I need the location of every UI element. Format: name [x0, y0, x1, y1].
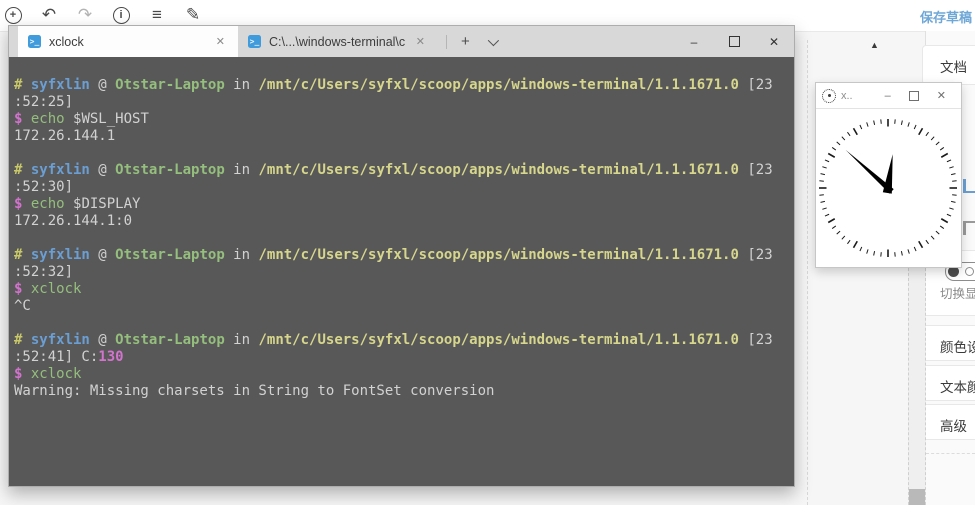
sidebar-section-document[interactable]: 文档: [922, 45, 975, 85]
sidebar-section-label: 颜色设: [923, 326, 975, 356]
editor-toolbar: + ↶ ↷ i ≡ ✎: [2, 4, 204, 26]
terminal-line: [14, 145, 790, 162]
clock-icon: [822, 89, 836, 103]
clipped-text-fragment: [963, 221, 975, 235]
terminal-tab-icon: >_: [28, 35, 41, 48]
collapse-arrow-icon[interactable]: ▲: [870, 40, 879, 50]
scrollbar-thumb[interactable]: [909, 489, 925, 505]
tab-close-icon[interactable]: ✕: [413, 33, 428, 50]
terminal-line: $ xclock: [14, 366, 790, 383]
sidebar-section[interactable]: 颜色设: [922, 325, 975, 361]
terminal-line: 172.26.144.1: [14, 128, 790, 145]
column-divider: [807, 40, 808, 505]
sidebar-section[interactable]: 高级: [922, 404, 975, 440]
minimize-button[interactable]: –: [876, 90, 900, 102]
terminal-line: Warning: Missing charsets in String to F…: [14, 383, 790, 400]
terminal-line: # syfxlin @ Otstar-Laptop in /mnt/c/User…: [14, 247, 790, 264]
close-button[interactable]: ✕: [754, 26, 794, 57]
tabbar-divider: [446, 35, 447, 49]
tab-xclock[interactable]: >_ xclock ✕: [18, 26, 238, 57]
new-tab-button[interactable]: +: [453, 31, 478, 52]
terminal-window: >_ xclock ✕ >_ C:\...\windows-terminal\c…: [8, 25, 795, 487]
tab-label: C:\...\windows-terminal\current: [269, 35, 405, 49]
tab-windows-terminal-current[interactable]: >_ C:\...\windows-terminal\current ✕: [238, 26, 438, 57]
outline-icon[interactable]: ≡: [146, 4, 168, 26]
toggle-dot: [965, 267, 974, 276]
terminal-line: :52:30]: [14, 179, 790, 196]
section-divider: [926, 453, 975, 454]
terminal-line: [14, 230, 790, 247]
sidebar-section[interactable]: 文本颜: [922, 365, 975, 401]
clock-face: [816, 109, 961, 267]
undo-icon[interactable]: ↶: [38, 4, 60, 26]
scrollbar-track[interactable]: [908, 268, 926, 505]
terminal-line: :52:41] C:130: [14, 349, 790, 366]
close-button[interactable]: ✕: [928, 89, 955, 102]
window-controls: – ✕: [674, 26, 794, 57]
terminal-line: :52:32]: [14, 264, 790, 281]
terminal-line: ^C: [14, 298, 790, 315]
redo-icon[interactable]: ↷: [74, 4, 96, 26]
terminal-line: $ echo $DISPLAY: [14, 196, 790, 213]
terminal-tabbar[interactable]: >_ xclock ✕ >_ C:\...\windows-terminal\c…: [9, 26, 794, 57]
add-circle-icon[interactable]: +: [2, 4, 24, 26]
sidebar-section-label: 高级: [923, 405, 975, 435]
edit-pencil-icon[interactable]: ✎: [182, 4, 204, 26]
xclock-titlebar[interactable]: x.. – ✕: [816, 83, 961, 109]
terminal-line: :52:25]: [14, 94, 790, 111]
xclock-title: x..: [841, 90, 876, 102]
terminal-line: # syfxlin @ Otstar-Laptop in /mnt/c/User…: [14, 77, 790, 94]
xclock-window: x.. – ✕: [815, 82, 962, 268]
tab-close-icon[interactable]: ✕: [213, 33, 228, 50]
save-draft-button[interactable]: 保存草稿: [920, 7, 972, 26]
maximize-button[interactable]: [900, 91, 928, 101]
terminal-tab-icon: >_: [248, 35, 261, 48]
minimize-button[interactable]: –: [674, 26, 714, 57]
terminal-screen[interactable]: # syfxlin @ Otstar-Laptop in /mnt/c/User…: [9, 57, 794, 486]
maximize-button[interactable]: [714, 26, 754, 57]
sidebar-section-label: 文档: [923, 46, 975, 76]
tab-label: xclock: [49, 35, 205, 49]
sidebar-section-label: 文本颜: [923, 366, 975, 396]
terminal-line: $ xclock: [14, 281, 790, 298]
terminal-line: # syfxlin @ Otstar-Laptop in /mnt/c/User…: [14, 162, 790, 179]
info-icon[interactable]: i: [110, 4, 132, 26]
tab-dropdown-chevron-icon[interactable]: [488, 34, 499, 45]
terminal-line: $ echo $WSL_HOST: [14, 111, 790, 128]
terminal-line: [14, 315, 790, 332]
terminal-line: # syfxlin @ Otstar-Laptop in /mnt/c/User…: [14, 332, 790, 349]
terminal-line: 172.26.144.1:0: [14, 213, 790, 230]
clipped-text-fragment: [963, 179, 975, 193]
